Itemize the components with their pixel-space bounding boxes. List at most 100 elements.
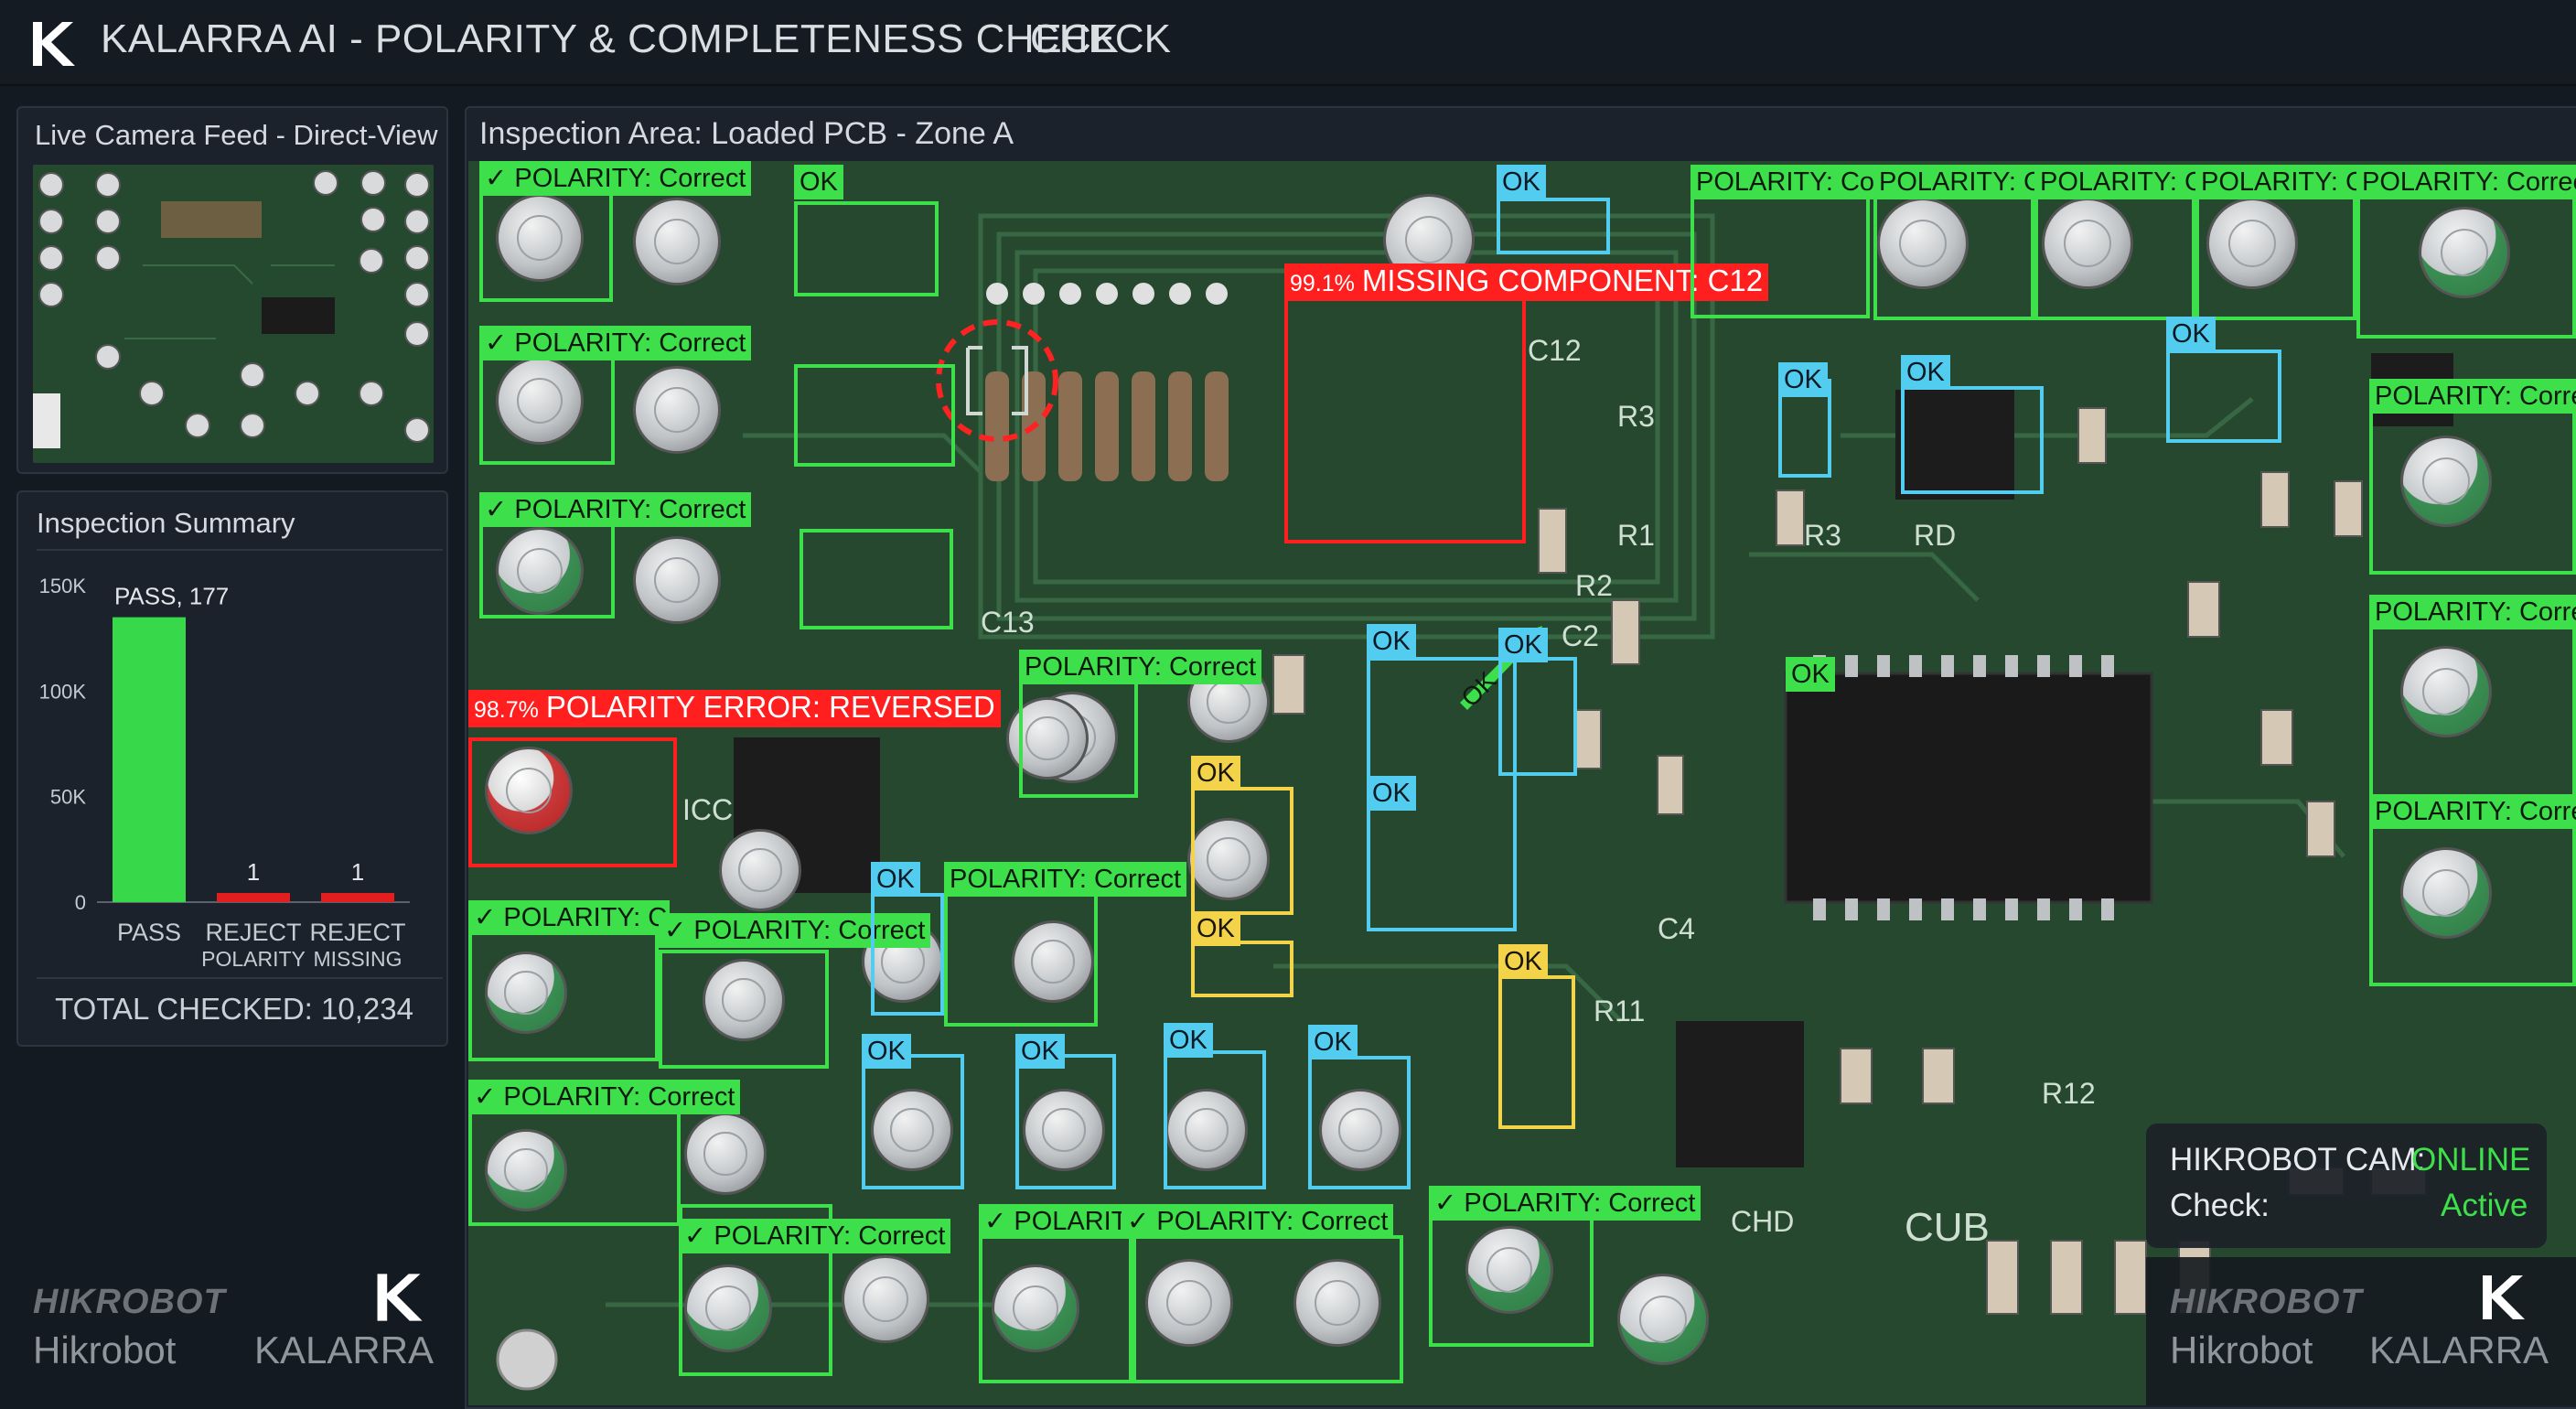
detection-box[interactable]	[794, 364, 955, 467]
detection-box[interactable]	[1690, 196, 1870, 318]
hikrobot-logo: HIKROBOT	[33, 1283, 226, 1321]
detection-box[interactable]	[794, 201, 939, 296]
detection-box[interactable]	[871, 893, 944, 1016]
detection-label: POLARITY: C	[2034, 165, 2206, 199]
kalarra-logo-icon	[2483, 1275, 2525, 1319]
detection-label: OK	[1367, 624, 1416, 659]
detection-box[interactable]	[2369, 410, 2576, 575]
hikrobot-text: Hikrobot	[33, 1328, 177, 1371]
detection-box[interactable]	[1164, 1050, 1266, 1189]
silk-r2: R2	[1575, 569, 1613, 602]
detection-box[interactable]	[1191, 941, 1293, 997]
y-tick-label: 50K	[50, 786, 86, 809]
detection-box[interactable]	[944, 893, 1098, 1027]
detection-box[interactable]	[1191, 787, 1293, 915]
data-label: 1	[351, 858, 364, 886]
silk-cub: CUB	[1905, 1205, 1990, 1250]
detection-label: ✓ POLARITY: Correct	[479, 326, 752, 360]
detection-box[interactable]	[1873, 196, 2034, 320]
detection-label: OK	[794, 165, 843, 199]
detection-box[interactable]	[1308, 1056, 1411, 1189]
summary-panel-title: Inspection Summary	[37, 507, 295, 539]
detection-box[interactable]	[1019, 681, 1138, 798]
live-camera-feed[interactable]	[33, 165, 434, 463]
detection-label: ✓ POLARIT	[979, 1204, 1132, 1239]
detection-box[interactable]	[1498, 975, 1575, 1129]
silk-c4: C4	[1658, 912, 1695, 945]
detection-box[interactable]	[479, 346, 615, 465]
detection-label: POLARITY: Correct	[2356, 165, 2576, 199]
silk-r1: R1	[1617, 519, 1655, 552]
bar-reject	[217, 893, 290, 902]
detection-label: POLARITY: Corre	[2369, 595, 2576, 629]
kalarra-text: KALARRA	[254, 1328, 435, 1371]
x-tick-label: POLARITY	[201, 947, 306, 971]
branding-box: HIKROBOT Hikrobot KALARRA	[2146, 1257, 2576, 1405]
detection-box[interactable]	[1132, 1235, 1403, 1383]
detection-box[interactable]	[979, 1235, 1132, 1383]
hikrobot-logo: HIKROBOT	[2170, 1283, 2363, 1321]
detection-box[interactable]	[2166, 350, 2281, 443]
detection-box[interactable]	[659, 950, 829, 1069]
detection-label: POLARITY: Correct	[1019, 650, 1262, 684]
detection-box[interactable]	[468, 930, 659, 1061]
detection-label: POLARITY: C	[1873, 165, 2045, 199]
detection-label: OK	[1191, 911, 1240, 946]
detection-box[interactable]	[1497, 198, 1610, 254]
polarity-error-label: 98.7% POLARITY ERROR: REVERSED	[468, 690, 1001, 727]
detection-label: OK	[862, 1034, 911, 1069]
detection-label: OK	[1498, 944, 1548, 979]
kalarra-text: KALARRA	[2369, 1328, 2549, 1371]
app-title: KALARRA AI - POLARITY & COMPLETENESS CHE…	[101, 16, 1120, 61]
detection-box[interactable]	[468, 1098, 681, 1226]
detection-box[interactable]	[862, 1054, 964, 1189]
detection-box[interactable]	[2369, 626, 2576, 809]
y-tick-label: 100K	[39, 680, 87, 703]
capacitor	[633, 536, 721, 624]
silk-chd: CHD	[1731, 1205, 1794, 1238]
tab-check[interactable]: CHECK	[1030, 16, 1171, 62]
x-tick-label: REJECT	[309, 919, 405, 946]
capacitor	[719, 829, 801, 911]
detection-label: OK	[1308, 1025, 1358, 1059]
total-checked: TOTAL CHECKED: 10,234	[55, 992, 413, 1026]
silk-r12: R12	[2042, 1077, 2096, 1110]
capacitor	[633, 198, 721, 285]
silk-rd: RD	[1914, 519, 1956, 552]
detection-label: OK	[1015, 1034, 1065, 1069]
detection-label: OK	[1498, 628, 1548, 662]
detection-box[interactable]	[2195, 196, 2356, 320]
detection-box[interactable]	[1901, 386, 2044, 494]
camera-panel-title: Live Camera Feed - Direct-View	[35, 119, 438, 151]
detection-box[interactable]	[2369, 823, 2576, 986]
inspection-title: Inspection Area: Loaded PCB - Zone A	[479, 116, 1014, 151]
detection-label: ✓ POLARITY: Correct	[479, 492, 752, 527]
detection-label: OK	[871, 862, 920, 897]
hikrobot-text: Hikrobot	[2170, 1328, 2313, 1371]
branding-left: HIKROBOT Hikrobot KALARRA	[0, 1257, 459, 1405]
detection-box[interactable]	[1498, 657, 1577, 776]
silk-c13: C13	[981, 606, 1035, 639]
kalarra-logo-icon	[377, 1274, 423, 1321]
ic-detection-box[interactable]	[1786, 651, 2152, 926]
detection-box[interactable]	[2356, 196, 2576, 339]
detection-box[interactable]	[2034, 196, 2195, 320]
detection-label: POLARITY: Correct	[944, 862, 1187, 897]
detection-label: OK	[1786, 657, 1835, 692]
y-tick-label: 150K	[39, 575, 87, 597]
detection-label: OK	[2166, 317, 2216, 351]
missing-component-box[interactable]	[1284, 273, 1526, 543]
summary-bar-chart: 0 50K 100K 150K PASS, 177 PASS 1 REJECTPOLARITY…	[39, 575, 410, 971]
y-tick-label: 0	[75, 891, 86, 914]
cam-status-label: HIKROBOT CAM:	[2170, 1142, 2426, 1178]
detection-label: OK	[1191, 756, 1240, 791]
polarity-error-box[interactable]	[468, 737, 677, 867]
detection-label: OK	[1367, 776, 1416, 811]
silk-icc: ICC	[682, 793, 733, 826]
detection-box[interactable]	[479, 179, 613, 302]
detection-box[interactable]	[800, 529, 953, 629]
app-header: KALARRA AI - POLARITY & COMPLETENESS CHE…	[0, 0, 2576, 86]
silk-r3b: R3	[1804, 519, 1841, 552]
detection-box[interactable]	[1015, 1054, 1116, 1189]
silk-r3: R3	[1617, 400, 1655, 433]
